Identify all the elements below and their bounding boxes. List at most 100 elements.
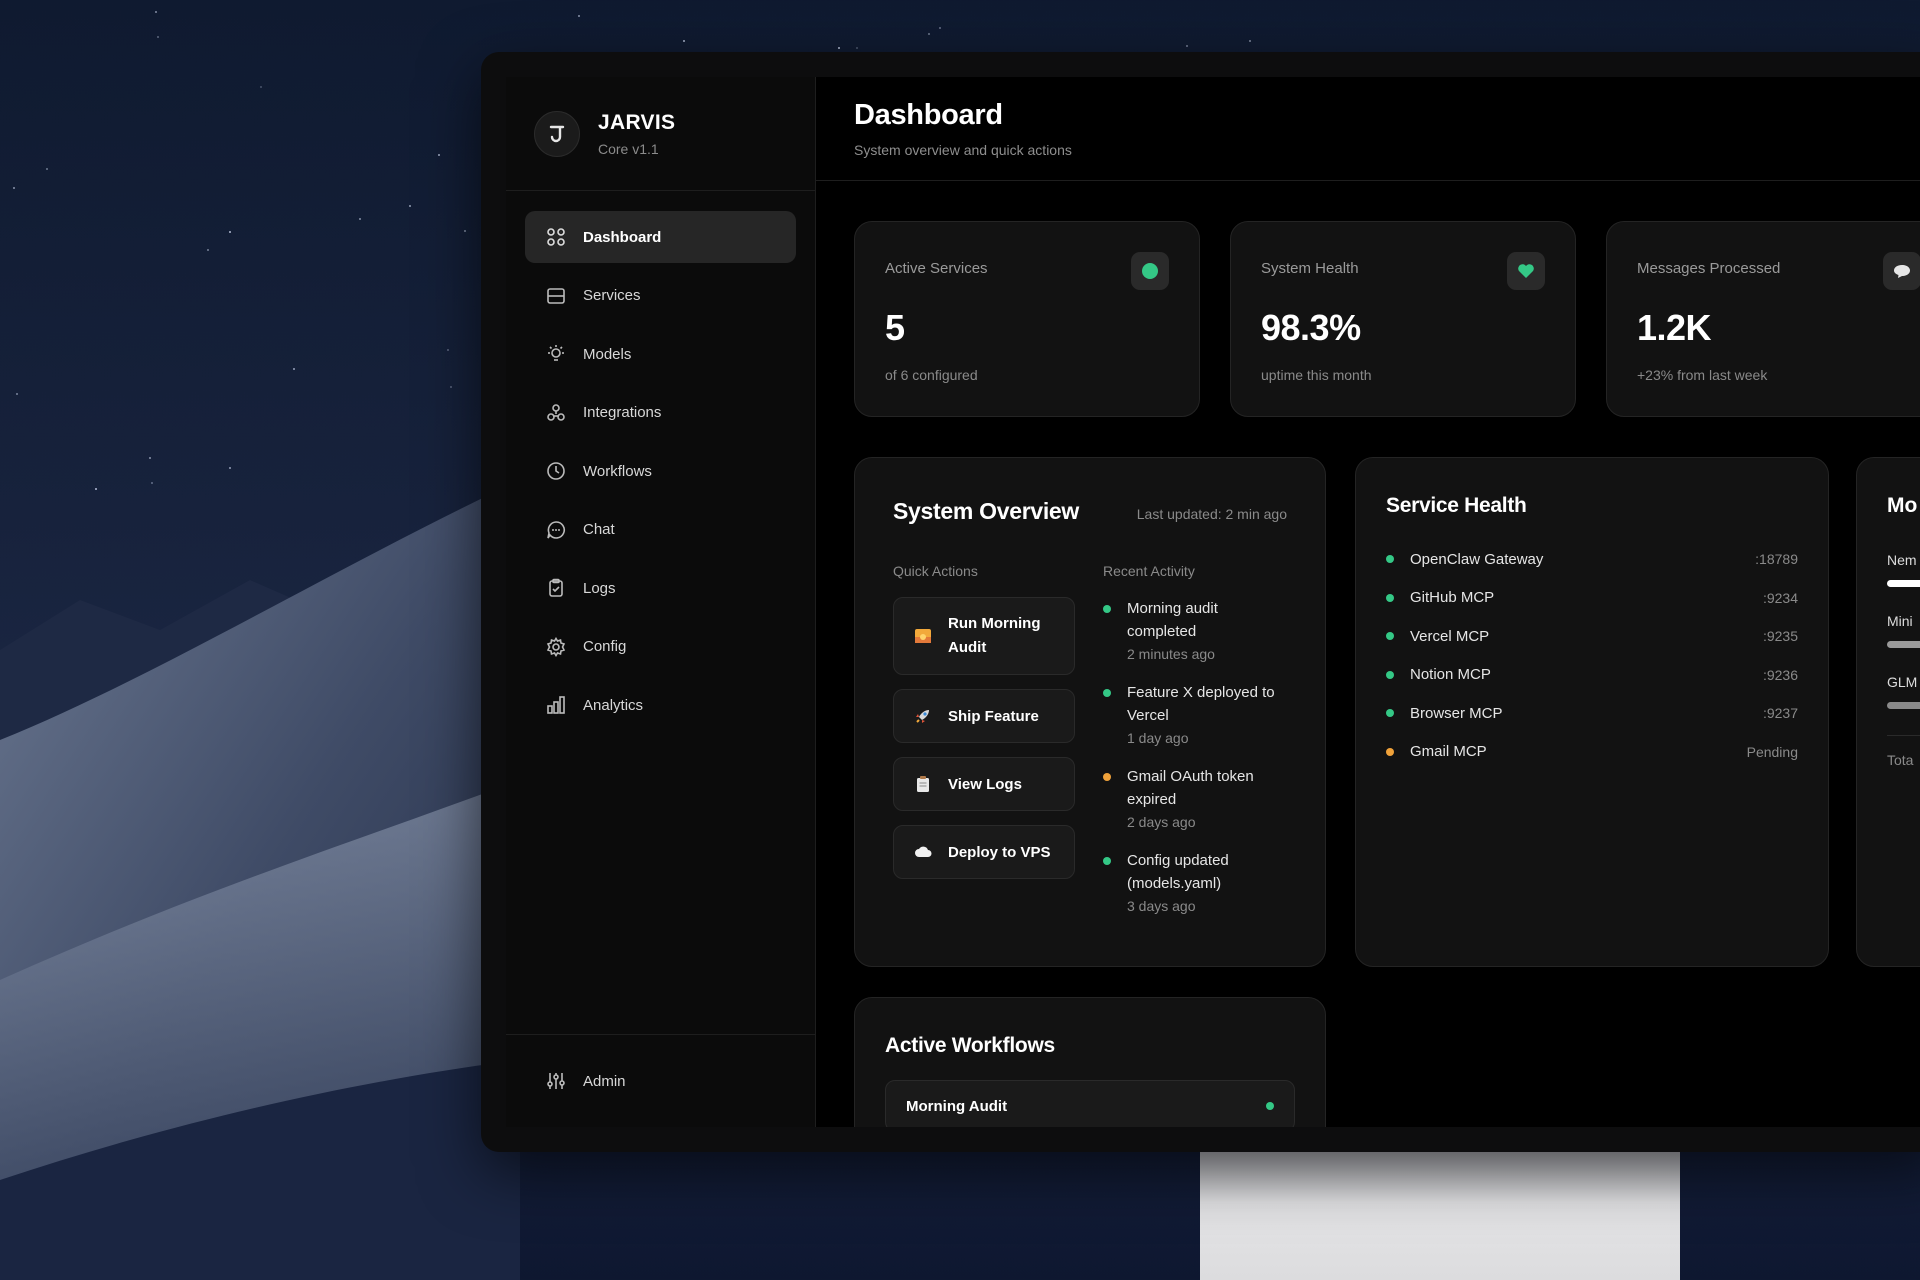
sidebar-item-admin[interactable]: Admin	[525, 1055, 796, 1107]
sidebar-footer: Admin	[506, 1034, 815, 1127]
model-usage-bar	[1887, 641, 1920, 648]
star	[409, 205, 411, 207]
star	[260, 86, 262, 88]
page-title: Dashboard	[854, 99, 1003, 131]
service-port: :9237	[1762, 705, 1798, 722]
ship-feature-button[interactable]: Ship Feature	[893, 689, 1075, 743]
service-row[interactable]: OpenClaw Gateway :18789	[1386, 540, 1798, 579]
system-overview-card: System Overview Last updated: 2 min ago …	[854, 457, 1326, 967]
sidebar-item-logs[interactable]: Logs	[525, 562, 796, 614]
service-row[interactable]: Vercel MCP :9235	[1386, 617, 1798, 656]
star	[939, 27, 941, 29]
sidebar-item-label: Models	[583, 345, 632, 363]
sunrise-icon	[914, 627, 932, 645]
sidebar: JARVIS Core v1.1 Dashboard Services Mode…	[506, 77, 816, 1127]
sidebar-item-label: Analytics	[583, 696, 644, 714]
star	[16, 393, 18, 395]
run-morning-audit-button[interactable]: Run Morning Audit	[893, 597, 1075, 675]
status-dot-icon	[1386, 670, 1394, 679]
sidebar-item-services[interactable]: Services	[525, 270, 796, 322]
status-dot-icon	[1266, 1102, 1274, 1110]
sidebar-item-label: Admin	[583, 1072, 626, 1090]
activity-time: 1 day ago	[1127, 730, 1189, 746]
service-row[interactable]: Browser MCP :9237	[1386, 694, 1798, 733]
notepad-icon	[914, 775, 932, 793]
star	[450, 386, 452, 388]
main-content: Dashboard System overview and quick acti…	[816, 77, 1920, 1127]
sidebar-item-analytics[interactable]: Analytics	[525, 679, 796, 731]
stat-value: 1.2K	[1637, 307, 1712, 348]
status-dot-icon	[1386, 709, 1394, 718]
activity-text: Morning audit completed	[1127, 600, 1218, 640]
stat-label: System Health	[1261, 260, 1359, 277]
sidebar-item-config[interactable]: Config	[525, 621, 796, 673]
star	[13, 187, 15, 189]
workflow-item[interactable]: Morning Audit	[885, 1080, 1295, 1127]
sidebar-item-label: Integrations	[583, 404, 662, 421]
stat-footnote: uptime this month	[1261, 367, 1372, 383]
activity-text: Config updated (models.yaml)	[1127, 852, 1229, 892]
sidebar-item-dashboard[interactable]: Dashboard	[525, 211, 796, 263]
overview-title: System Overview	[893, 498, 1080, 524]
status-dot-icon	[1131, 252, 1169, 290]
service-port: :9235	[1762, 628, 1798, 645]
star	[359, 218, 361, 220]
jarvis-logo-icon	[534, 110, 580, 157]
bar-chart-icon	[545, 694, 567, 716]
service-row[interactable]: Notion MCP :9236	[1386, 656, 1798, 695]
stat-card-system-health: System Health 98.3% uptime this month	[1230, 221, 1576, 417]
service-port: :18789	[1755, 551, 1798, 568]
clock-icon	[545, 460, 567, 482]
models-card: Mo Nem Mini GLM Tota	[1856, 457, 1920, 967]
sidebar-item-models[interactable]: Models	[525, 328, 796, 380]
message-icon	[1883, 252, 1920, 290]
service-name: Notion MCP	[1410, 666, 1491, 684]
sidebar-item-integrations[interactable]: Integrations	[525, 387, 796, 439]
star	[447, 349, 449, 351]
recent-activity-heading: Recent Activity	[1103, 563, 1195, 579]
cloud-icon	[914, 843, 932, 861]
star	[1186, 45, 1188, 47]
sidebar-item-label: Services	[583, 287, 641, 304]
model-usage-bar	[1887, 580, 1920, 587]
sidebar-item-chat[interactable]: Chat	[525, 504, 796, 556]
brand: JARVIS Core v1.1	[506, 77, 815, 191]
service-name: Vercel MCP	[1410, 627, 1490, 645]
status-dot-icon	[1103, 857, 1111, 865]
activity-item: Gmail OAuth token expired 2 days ago	[1103, 765, 1287, 833]
sliders-icon	[545, 1070, 567, 1092]
star	[46, 168, 48, 170]
sidebar-item-label: Config	[583, 638, 627, 655]
service-health-card: Service Health OpenClaw Gateway :18789 G…	[1355, 457, 1829, 967]
sidebar-item-workflows[interactable]: Workflows	[525, 445, 796, 497]
view-logs-button[interactable]: View Logs	[893, 757, 1075, 811]
star	[157, 36, 159, 38]
star	[293, 368, 295, 370]
stat-label: Messages Processed	[1637, 260, 1781, 277]
deploy-to-vps-button[interactable]: Deploy to VPS	[893, 825, 1075, 879]
service-health-title: Service Health	[1386, 494, 1527, 517]
quick-action-label: Deploy to VPS	[948, 843, 1051, 861]
status-dot-icon	[1386, 555, 1394, 564]
models-title: Mo	[1887, 494, 1918, 517]
service-port: :9236	[1762, 666, 1798, 683]
active-workflows-card: Active Workflows Morning Audit	[854, 997, 1326, 1127]
grid-icon	[545, 226, 567, 248]
stat-footnote: +23% from last week	[1637, 367, 1768, 383]
activity-item: Morning audit completed 2 minutes ago	[1103, 597, 1287, 665]
star	[856, 47, 858, 49]
activity-text: Feature X deployed to Vercel	[1127, 684, 1275, 724]
sidebar-item-label: Logs	[583, 579, 616, 597]
app-window: JARVIS Core v1.1 Dashboard Services Mode…	[506, 77, 1920, 1127]
service-row[interactable]: Gmail MCP Pending	[1386, 733, 1798, 772]
service-port: Pending	[1746, 743, 1798, 760]
sidebar-item-label: Workflows	[583, 462, 652, 480]
service-row[interactable]: GitHub MCP :9234	[1386, 579, 1798, 618]
model-name: GLM	[1887, 674, 1918, 690]
status-dot-icon	[1386, 632, 1394, 641]
star	[578, 15, 580, 17]
workflow-name: Morning Audit	[906, 1097, 1008, 1115]
status-dot-icon	[1386, 593, 1394, 602]
star	[464, 230, 466, 232]
activity-time: 2 minutes ago	[1127, 646, 1215, 662]
